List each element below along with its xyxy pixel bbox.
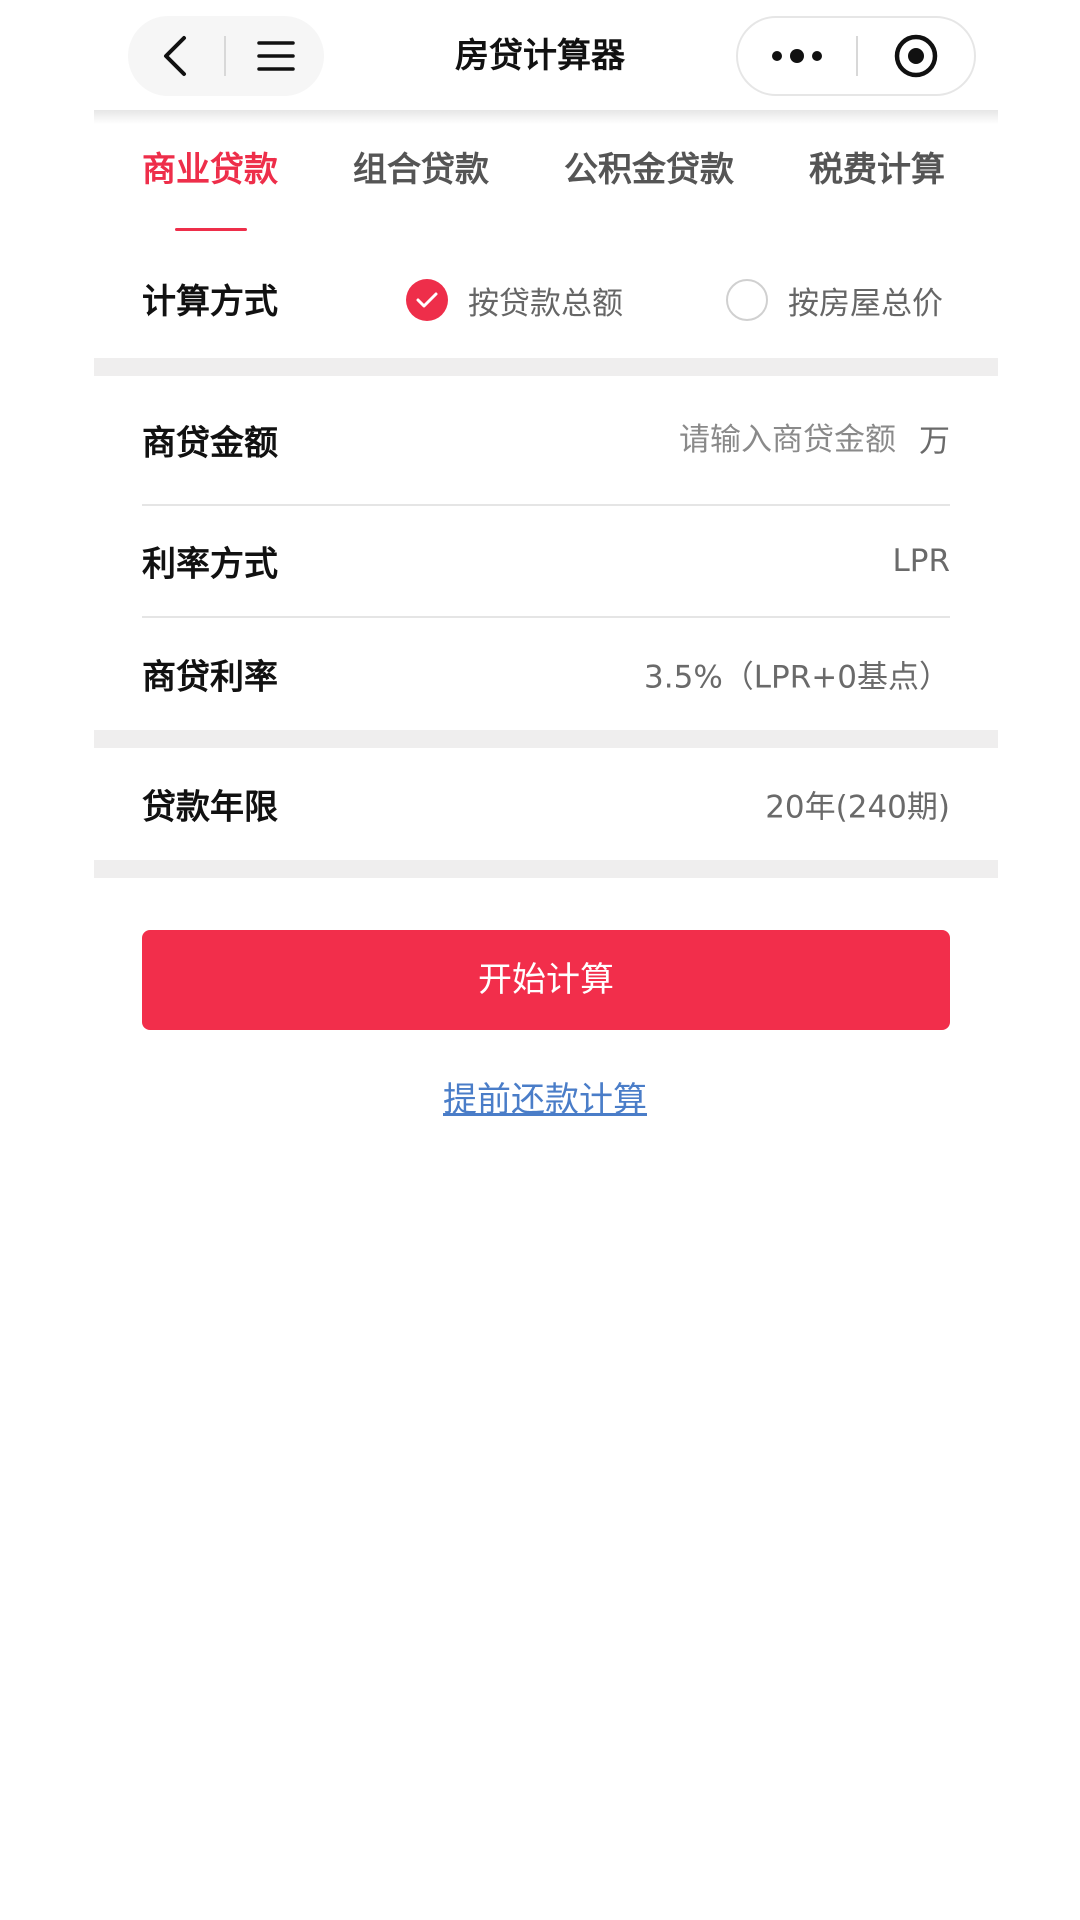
section-divider xyxy=(94,860,998,878)
menu-icon xyxy=(257,41,295,71)
commercial-rate-row[interactable]: 商贷利率 3.5%（LPR+0基点） xyxy=(142,618,950,730)
back-button[interactable] xyxy=(128,16,224,96)
page-title: 房贷计算器 xyxy=(455,36,625,76)
tab-tax-calculation[interactable]: 税费计算 xyxy=(809,140,945,210)
loan-term-label: 贷款年限 xyxy=(142,787,278,828)
loan-amount-unit: 万 xyxy=(919,423,950,460)
header-shadow xyxy=(94,110,998,124)
target-circle-icon xyxy=(894,34,938,78)
radio-by-house-price-label: 按房屋总价 xyxy=(788,285,943,322)
calculation-method-row: 计算方式 按贷款总额 按房屋总价 xyxy=(142,260,950,340)
more-button[interactable] xyxy=(738,18,856,94)
start-calculation-button[interactable]: 开始计算 xyxy=(142,930,950,1030)
tab-commercial-loan[interactable]: 商业贷款 xyxy=(142,140,278,210)
section-divider xyxy=(94,730,998,748)
radio-by-house-price[interactable]: 按房屋总价 xyxy=(726,272,943,328)
calculation-method-label: 计算方式 xyxy=(142,282,278,322)
close-miniprogram-button[interactable] xyxy=(858,18,974,94)
commercial-rate-value[interactable]: 3.5%（LPR+0基点） xyxy=(644,652,950,697)
loan-term-value[interactable]: 20年(240期) xyxy=(765,782,950,827)
checkmark-icon xyxy=(416,292,438,308)
tab-provident-fund-loan[interactable]: 公积金贷款 xyxy=(564,140,734,210)
more-dots-icon xyxy=(772,49,822,63)
radio-by-loan-total-label: 按贷款总额 xyxy=(468,285,623,322)
radio-by-loan-total[interactable]: 按贷款总额 xyxy=(406,272,623,328)
rate-mode-label: 利率方式 xyxy=(142,544,278,585)
active-tab-indicator xyxy=(175,228,247,231)
loan-term-row[interactable]: 贷款年限 20年(240期) xyxy=(142,748,950,860)
loan-amount-input[interactable] xyxy=(576,412,896,468)
loan-type-tabs: 商业贷款 组合贷款 公积金贷款 税费计算 xyxy=(94,140,998,231)
navigation-bar: 房贷计算器 xyxy=(0,0,1080,110)
menu-button[interactable] xyxy=(228,16,324,96)
chevron-left-icon xyxy=(164,36,186,76)
radio-checked-icon xyxy=(406,279,448,321)
section-divider xyxy=(94,358,998,376)
commercial-rate-label: 商贷利率 xyxy=(142,657,278,698)
nav-left-capsule xyxy=(128,16,324,96)
rate-mode-value[interactable]: LPR xyxy=(892,543,950,579)
rate-mode-row[interactable]: 利率方式 LPR xyxy=(142,506,950,616)
tab-combined-loan[interactable]: 组合贷款 xyxy=(353,140,489,210)
loan-amount-row: 商贷金额 万 xyxy=(142,376,950,504)
loan-amount-label: 商贷金额 xyxy=(142,423,278,464)
nav-divider xyxy=(224,36,226,76)
radio-unchecked-icon xyxy=(726,279,768,321)
nav-right-capsule xyxy=(736,16,976,96)
prepayment-calculation-link[interactable]: 提前还款计算 xyxy=(340,1070,750,1130)
